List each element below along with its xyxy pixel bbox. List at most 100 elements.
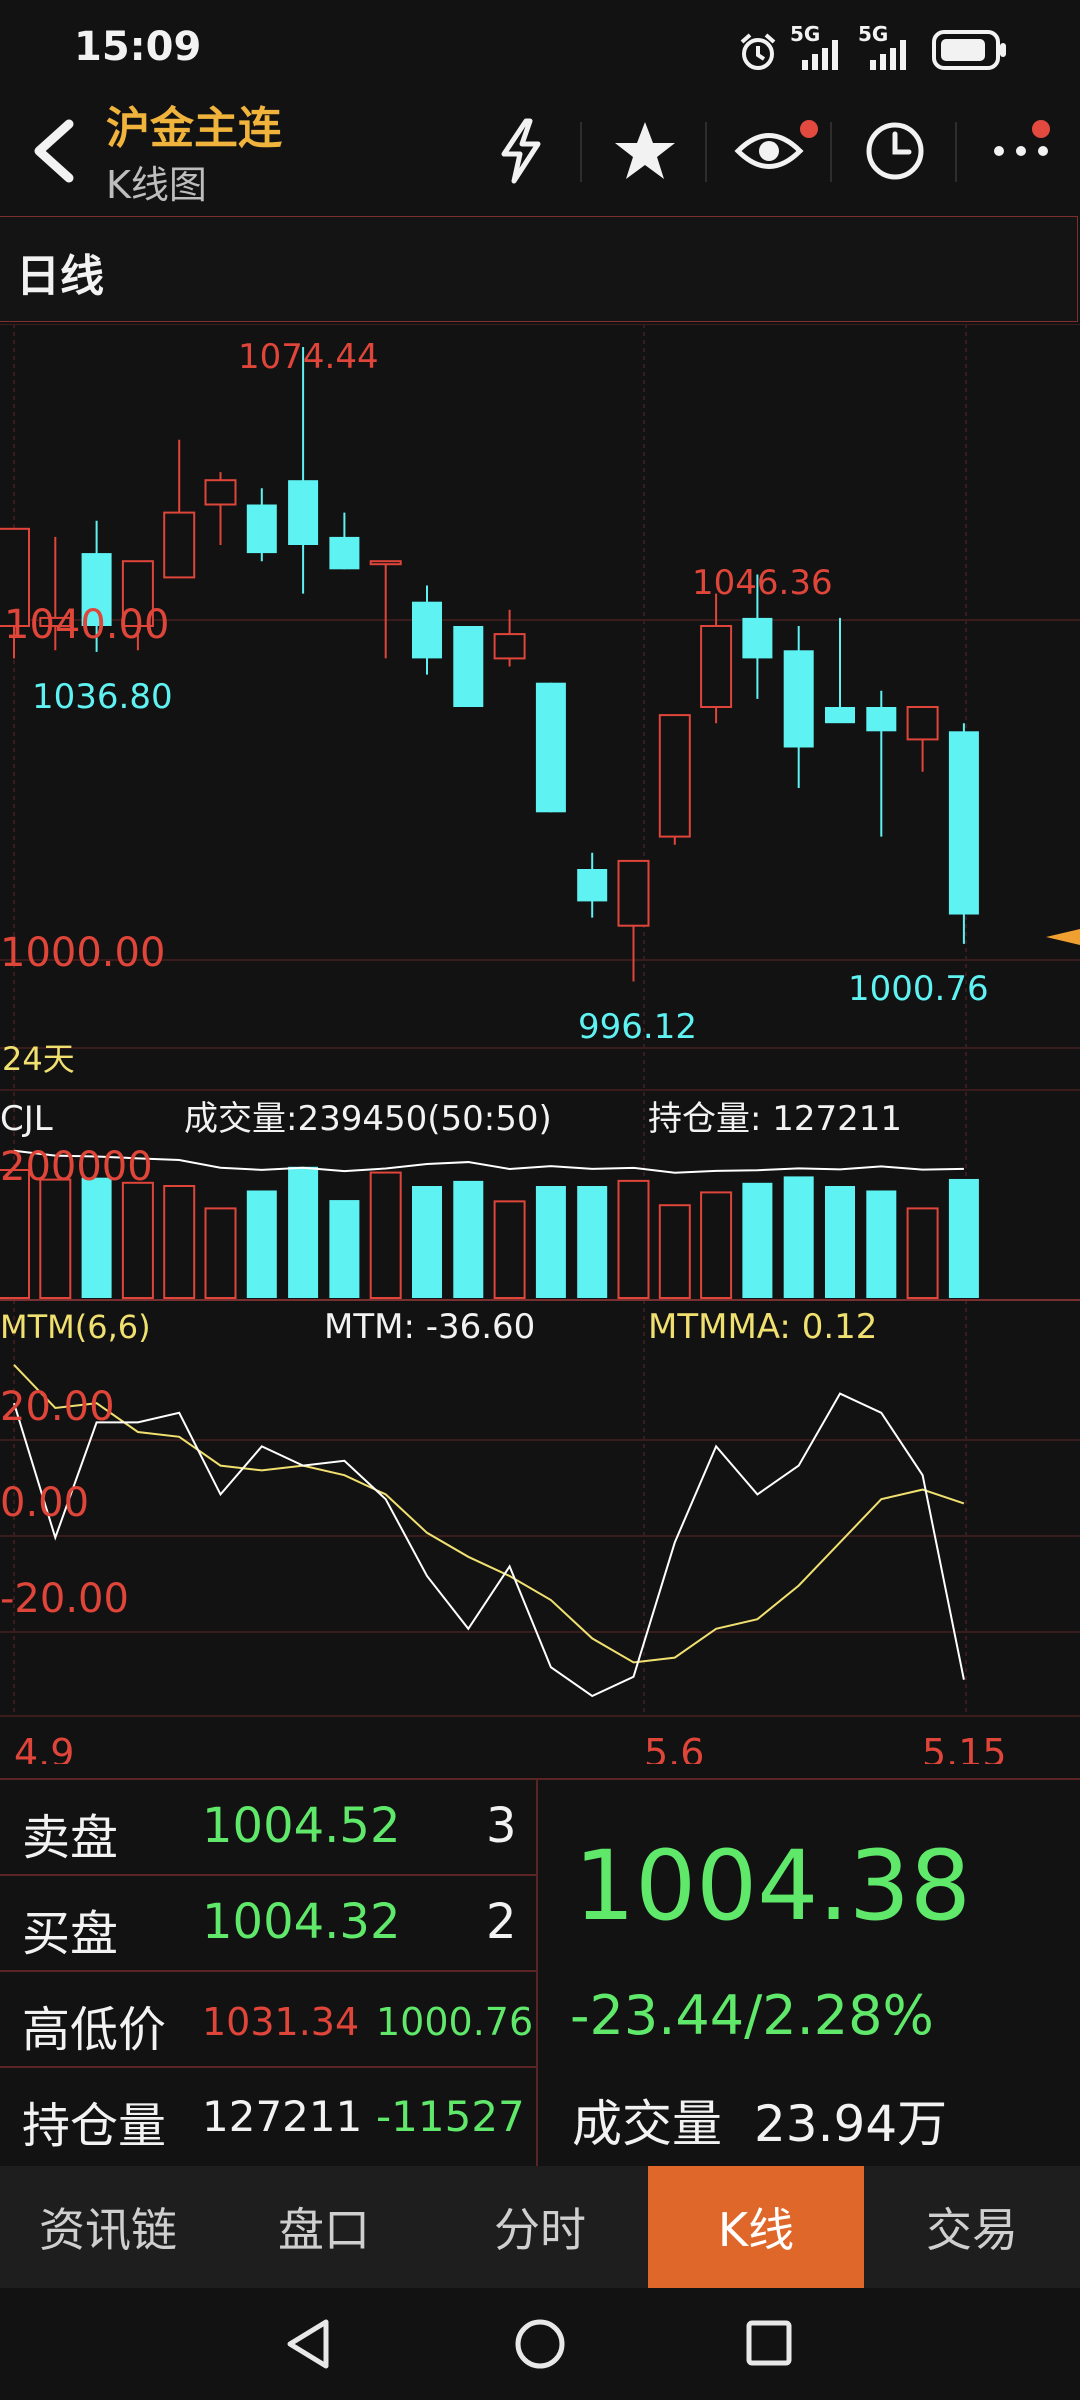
nav-home-button[interactable]	[512, 2316, 568, 2376]
volume-bar	[783, 1176, 814, 1298]
volume-bar	[535, 1186, 566, 1298]
volume-bar	[412, 1186, 442, 1298]
tab-kline[interactable]: K线	[648, 2166, 864, 2288]
circle-home-icon	[515, 2319, 565, 2369]
open-interest-readout: 持仓量: 127211	[648, 1099, 902, 1139]
ask-label: 卖盘	[22, 1810, 119, 1866]
tab-intraday[interactable]: 分时	[432, 2166, 648, 2288]
mtm-tick-0: 0.00	[0, 1480, 89, 1526]
mtm-lines	[13, 1364, 965, 1698]
volume-bar	[493, 1200, 526, 1299]
candle-body	[329, 536, 360, 570]
candle-body	[906, 706, 939, 741]
favorite-button[interactable]	[600, 106, 690, 196]
tab-order-book[interactable]: 盘口	[216, 2166, 432, 2288]
open-interest-value: 127211	[202, 2092, 363, 2141]
price-label-1000: 1000.00	[0, 930, 165, 976]
candle-body	[866, 707, 897, 732]
volume-bar	[288, 1166, 319, 1298]
high-low-row: 高低价 1031.34 1000.76	[0, 1972, 536, 2068]
nav-back-button[interactable]	[282, 2316, 334, 2376]
period-label[interactable]: 日线	[16, 240, 104, 304]
candle-body	[163, 511, 196, 579]
more-badge	[1032, 120, 1050, 138]
candle-body	[412, 601, 442, 659]
volume-bar	[906, 1207, 939, 1300]
flash-icon	[501, 118, 541, 184]
price-label-high2: 1046.36	[692, 563, 833, 603]
candle-body	[535, 682, 566, 813]
price-label-1040: 1040.00	[4, 602, 169, 648]
star-icon	[615, 122, 675, 179]
volume-bar	[163, 1185, 196, 1299]
bid-qty: 2	[486, 1894, 517, 1950]
flash-button[interactable]	[476, 106, 566, 196]
more-button[interactable]	[976, 106, 1066, 196]
bid-label: 买盘	[22, 1906, 119, 1962]
square-recents-icon	[746, 2320, 792, 2366]
volume-ma-line	[13, 1149, 964, 1174]
back-button[interactable]	[8, 106, 98, 196]
alarm-icon	[736, 30, 780, 78]
price-label-last-low: 1000.76	[848, 969, 989, 1009]
last-price: 1004.38	[574, 1830, 971, 1942]
date-label-end: 5.15	[922, 1731, 1007, 1764]
mtm-line	[13, 1392, 965, 1698]
volume-bar	[369, 1171, 402, 1300]
mtm-tick-20: 20.00	[0, 1384, 115, 1430]
battery-icon	[932, 30, 1008, 76]
price-change: -23.44/2.28%	[570, 1984, 934, 2047]
watch-badge	[800, 120, 818, 138]
volume-bar	[577, 1186, 608, 1298]
candle-body	[288, 480, 319, 545]
open-interest-change: -11527	[376, 2092, 525, 2141]
ask-qty: 3	[486, 1798, 517, 1854]
candle-body	[577, 869, 608, 902]
volume-label: 成交量	[572, 2095, 722, 2153]
candle-body	[453, 626, 484, 707]
ask-row[interactable]: 卖盘 1004.52 3	[0, 1780, 536, 1876]
price-label-low: 996.12	[578, 1007, 697, 1047]
candle-body	[246, 504, 277, 554]
volume-bar	[246, 1190, 277, 1298]
nav-recents-button[interactable]	[744, 2318, 794, 2374]
volume-axis-label: 200000	[0, 1144, 153, 1190]
mtmma-readout: MTMMA: 0.12	[648, 1307, 877, 1347]
price-label-high: 1074.44	[238, 337, 379, 377]
candle-body	[742, 617, 773, 659]
period-bar[interactable]	[0, 216, 1078, 322]
candle-body	[948, 731, 979, 915]
mtm-tick-neg20: -20.00	[0, 1576, 129, 1622]
candles	[0, 347, 979, 982]
candle-body	[369, 560, 402, 566]
volume-bar	[329, 1200, 360, 1298]
volume-bar	[825, 1186, 855, 1298]
watch-button[interactable]	[724, 106, 814, 196]
candle-body	[700, 625, 733, 708]
eye-icon	[734, 133, 804, 169]
tab-info-chain[interactable]: 资讯链	[0, 2166, 216, 2288]
volume-bar	[453, 1180, 484, 1298]
volume-bar	[39, 1178, 72, 1299]
history-button[interactable]	[850, 106, 940, 196]
open-interest-label: 持仓量	[22, 2098, 167, 2154]
date-label-mid: 5.6	[644, 1731, 704, 1764]
signal-icon-1	[800, 38, 846, 76]
bid-row[interactable]: 买盘 1004.32 2	[0, 1876, 536, 1972]
signal-icon-2	[868, 38, 914, 76]
current-price-marker	[1046, 929, 1080, 945]
candle-body	[658, 714, 691, 838]
volume-value: 23.94万	[754, 2095, 948, 2153]
status-time: 15:09	[74, 24, 202, 70]
volume-readout: 成交量:239450(50:50)	[184, 1099, 552, 1139]
high-low-label: 高低价	[22, 2002, 167, 2058]
triangle-back-icon	[287, 2319, 329, 2369]
page-subtitle: K线图	[106, 163, 207, 207]
chart-grid	[0, 324, 1080, 1717]
high-price: 1031.34	[202, 2000, 360, 2044]
tab-trade[interactable]: 交易	[864, 2166, 1080, 2288]
bid-price: 1004.32	[202, 1894, 401, 1950]
kline-chart[interactable]: 1074.44 1040.00 1036.80 1046.36 1000.00 …	[0, 324, 1080, 1764]
low-price: 1000.76	[376, 2000, 534, 2044]
candle-body	[204, 479, 237, 506]
